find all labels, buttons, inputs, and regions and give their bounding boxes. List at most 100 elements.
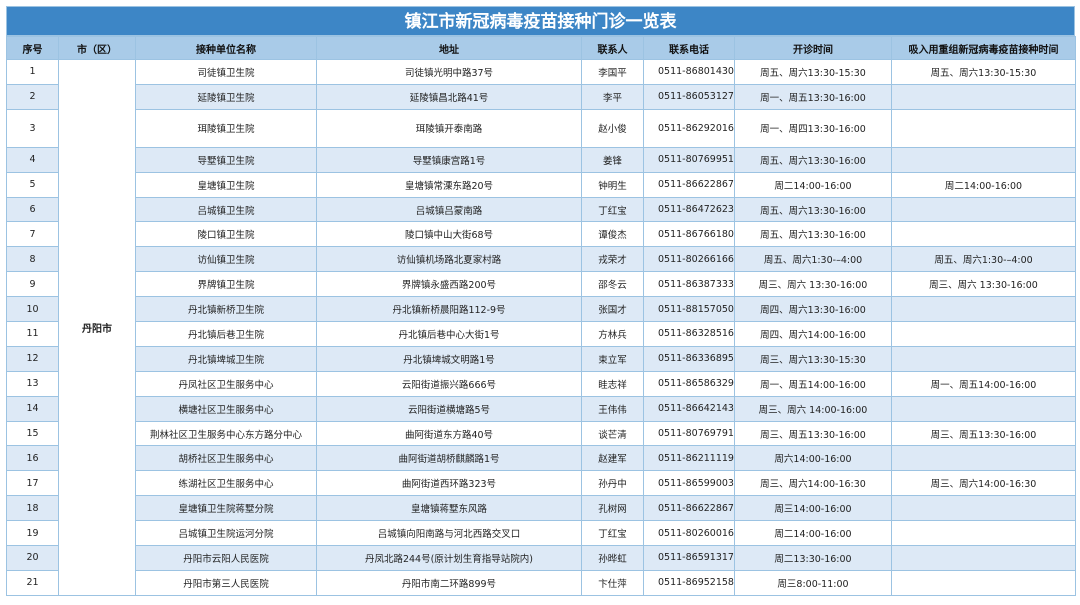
cell-phone: 0511-86336895 (643, 345, 735, 372)
cell-open-time: 周三、周六 13:30-16:00 (734, 271, 892, 298)
cell-inhaled-time (891, 445, 1076, 472)
cell-inhaled-time: 周一、周五14:00-16:00 (891, 370, 1076, 397)
cell-open-time: 周一、周五14:00-16:00 (734, 370, 892, 397)
cell-contact: 谭俊杰 (581, 221, 644, 248)
cell-index: 12 (6, 345, 59, 372)
table-row: 11 丹北镇后巷卫生院 丹北镇后巷中心大街1号 方林兵 0511-86328516 周四、… (6, 321, 1076, 347)
cell-open-time: 周四、周六13:30-16:00 (734, 296, 892, 323)
cell-open-time: 周四、周六14:00-16:00 (734, 321, 892, 347)
page-title: 镇江市新冠病毒疫苗接种门诊一览表 (6, 6, 1075, 36)
cell-inhaled-time: 周五、周六1:30-–4:00 (891, 246, 1076, 273)
cell-open-time: 周三、周六13:30-15:30 (734, 345, 892, 372)
cell-address: 访仙镇机场路北夏家村路 (316, 246, 582, 273)
cell-phone: 0511-80266166 (643, 246, 735, 273)
cell-inhaled-time (891, 221, 1076, 248)
table-row: 14 横塘社区卫生服务中心 云阳街道横塘路5号 王伟伟 0511-86642143 周三、… (6, 395, 1076, 422)
cell-index: 13 (6, 370, 59, 397)
cell-address: 司徒镇光明中路37号 (316, 59, 582, 85)
cell-open-time: 周五、周六13:30-16:00 (734, 146, 892, 173)
header-contact: 联系人 (581, 36, 644, 60)
cell-unit-name: 丹北镇后巷卫生院 (135, 321, 317, 347)
cell-open-time: 周五、周六1:30-–4:00 (734, 246, 892, 273)
cell-inhaled-time: 周二14:00-16:00 (891, 171, 1076, 198)
cell-index: 2 (6, 83, 59, 110)
cell-open-time: 周三、周五13:30-16:00 (734, 420, 892, 447)
cell-open-time: 周一、周五13:30-16:00 (734, 83, 892, 110)
cell-address: 皇塘镇常溧东路20号 (316, 171, 582, 198)
cell-open-time: 周二14:00-16:00 (734, 171, 892, 198)
table-row: 8 访仙镇卫生院 访仙镇机场路北夏家村路 戎荣才 0511-80266166 周五、周六1… (6, 246, 1076, 273)
cell-index: 20 (6, 545, 59, 571)
cell-inhaled-time: 周三、周五13:30-16:00 (891, 420, 1076, 447)
cell-phone: 0511-86472623 (643, 196, 735, 223)
cell-contact: 邵冬云 (581, 271, 644, 298)
cell-inhaled-time (891, 345, 1076, 372)
cell-open-time: 周六14:00-16:00 (734, 445, 892, 472)
cell-open-time: 周一、周四13:30-16:00 (734, 108, 892, 148)
cell-contact: 张国才 (581, 296, 644, 323)
cell-inhaled-time (891, 495, 1076, 522)
cell-inhaled-time (891, 569, 1076, 596)
cell-unit-name: 练湖社区卫生服务中心 (135, 470, 317, 497)
cell-phone: 0511-86622867 (643, 495, 735, 522)
table-row: 20 丹阳市云阳人民医院 丹凤北路244号(原计划生育指导站院内) 孙晔虹 0511-8… (6, 545, 1076, 571)
cell-index: 7 (6, 221, 59, 248)
cell-unit-name: 吕城镇卫生院运河分院 (135, 520, 317, 547)
cell-address: 云阳街道横塘路5号 (316, 395, 582, 422)
cell-unit-name: 界牌镇卫生院 (135, 271, 317, 298)
table-row: 13 丹凤社区卫生服务中心 云阳街道振兴路666号 眭志祥 0511-86586329 周… (6, 370, 1076, 397)
cell-city: 丹阳市 (58, 59, 136, 596)
cell-unit-name: 丹北镇埤城卫生院 (135, 345, 317, 372)
cell-address: 丹阳市南二环路899号 (316, 569, 582, 596)
cell-address: 丹北镇新桥晨阳路112-9号 (316, 296, 582, 323)
cell-unit-name: 司徒镇卫生院 (135, 59, 317, 85)
table-row: 18 皇塘镇卫生院蒋墅分院 皇塘镇蒋墅东风路 孔树网 0511-86622867 周三14… (6, 495, 1076, 522)
cell-inhaled-time (891, 321, 1076, 347)
cell-contact: 束立军 (581, 345, 644, 372)
cell-open-time: 周三8:00-11:00 (734, 569, 892, 596)
cell-index: 10 (6, 296, 59, 323)
cell-index: 6 (6, 196, 59, 223)
table-row: 19 吕城镇卫生院运河分院 吕城镇向阳南路与河北西路交叉口 丁红宝 0511-80260… (6, 520, 1076, 547)
cell-phone: 0511-86642143 (643, 395, 735, 422)
cell-phone: 0511-86622867 (643, 171, 735, 198)
table-row: 4 导墅镇卫生院 导墅镇康宫路1号 姜锋 0511-80769951 周五、周六13:30… (6, 146, 1076, 173)
cell-contact: 王伟伟 (581, 395, 644, 422)
cell-phone: 0511-80769951 (643, 146, 735, 173)
cell-inhaled-time (891, 520, 1076, 547)
cell-contact: 丁红宝 (581, 520, 644, 547)
cell-address: 吕城镇吕蒙南路 (316, 196, 582, 223)
cell-phone: 0511-86211119 (643, 445, 735, 472)
cell-unit-name: 丹北镇新桥卫生院 (135, 296, 317, 323)
cell-inhaled-time: 周三、周六 13:30-16:00 (891, 271, 1076, 298)
cell-contact: 孙丹中 (581, 470, 644, 497)
cell-phone: 0511-86053127 (643, 83, 735, 110)
cell-address: 丹北镇后巷中心大街1号 (316, 321, 582, 347)
table-row: 9 界牌镇卫生院 界牌镇永盛西路200号 邵冬云 0511-86387333 周三、周六 … (6, 271, 1076, 298)
cell-phone: 0511-80769791 (643, 420, 735, 447)
cell-phone: 0511-80260016 (643, 520, 735, 547)
cell-contact: 眭志祥 (581, 370, 644, 397)
header-city: 市（区） (58, 36, 136, 60)
cell-contact: 方林兵 (581, 321, 644, 347)
cell-address: 丹凤北路244号(原计划生育指导站院内) (316, 545, 582, 571)
cell-unit-name: 荆林社区卫生服务中心东方路分中心 (135, 420, 317, 447)
cell-inhaled-time (891, 545, 1076, 571)
cell-contact: 李国平 (581, 59, 644, 85)
table-row: 3 珥陵镇卫生院 珥陵镇开泰南路 赵小俊 0511-86292016 周一、周四13:30… (6, 108, 1076, 148)
cell-phone: 0511-86292016 (643, 108, 735, 148)
cell-open-time: 周三、周六14:00-16:30 (734, 470, 892, 497)
cell-index: 11 (6, 321, 59, 347)
cell-address: 曲阿街道胡桥麒麟路1号 (316, 445, 582, 472)
cell-phone: 0511-88157050 (643, 296, 735, 323)
cell-phone: 0511-86801430 (643, 59, 735, 85)
table-row: 12 丹北镇埤城卫生院 丹北镇埤城文明路1号 束立军 0511-86336895 周三、周… (6, 345, 1076, 372)
cell-unit-name: 丹凤社区卫生服务中心 (135, 370, 317, 397)
cell-index: 16 (6, 445, 59, 472)
cell-index: 3 (6, 108, 59, 148)
cell-inhaled-time (891, 108, 1076, 148)
cell-inhaled-time: 周五、周六13:30-15:30 (891, 59, 1076, 85)
cell-contact: 丁红宝 (581, 196, 644, 223)
cell-inhaled-time (891, 196, 1076, 223)
vaccination-clinic-list: 镇江市新冠病毒疫苗接种门诊一览表 序号 市（区） 接种单位名称 地址 联系人 联… (6, 6, 1076, 596)
